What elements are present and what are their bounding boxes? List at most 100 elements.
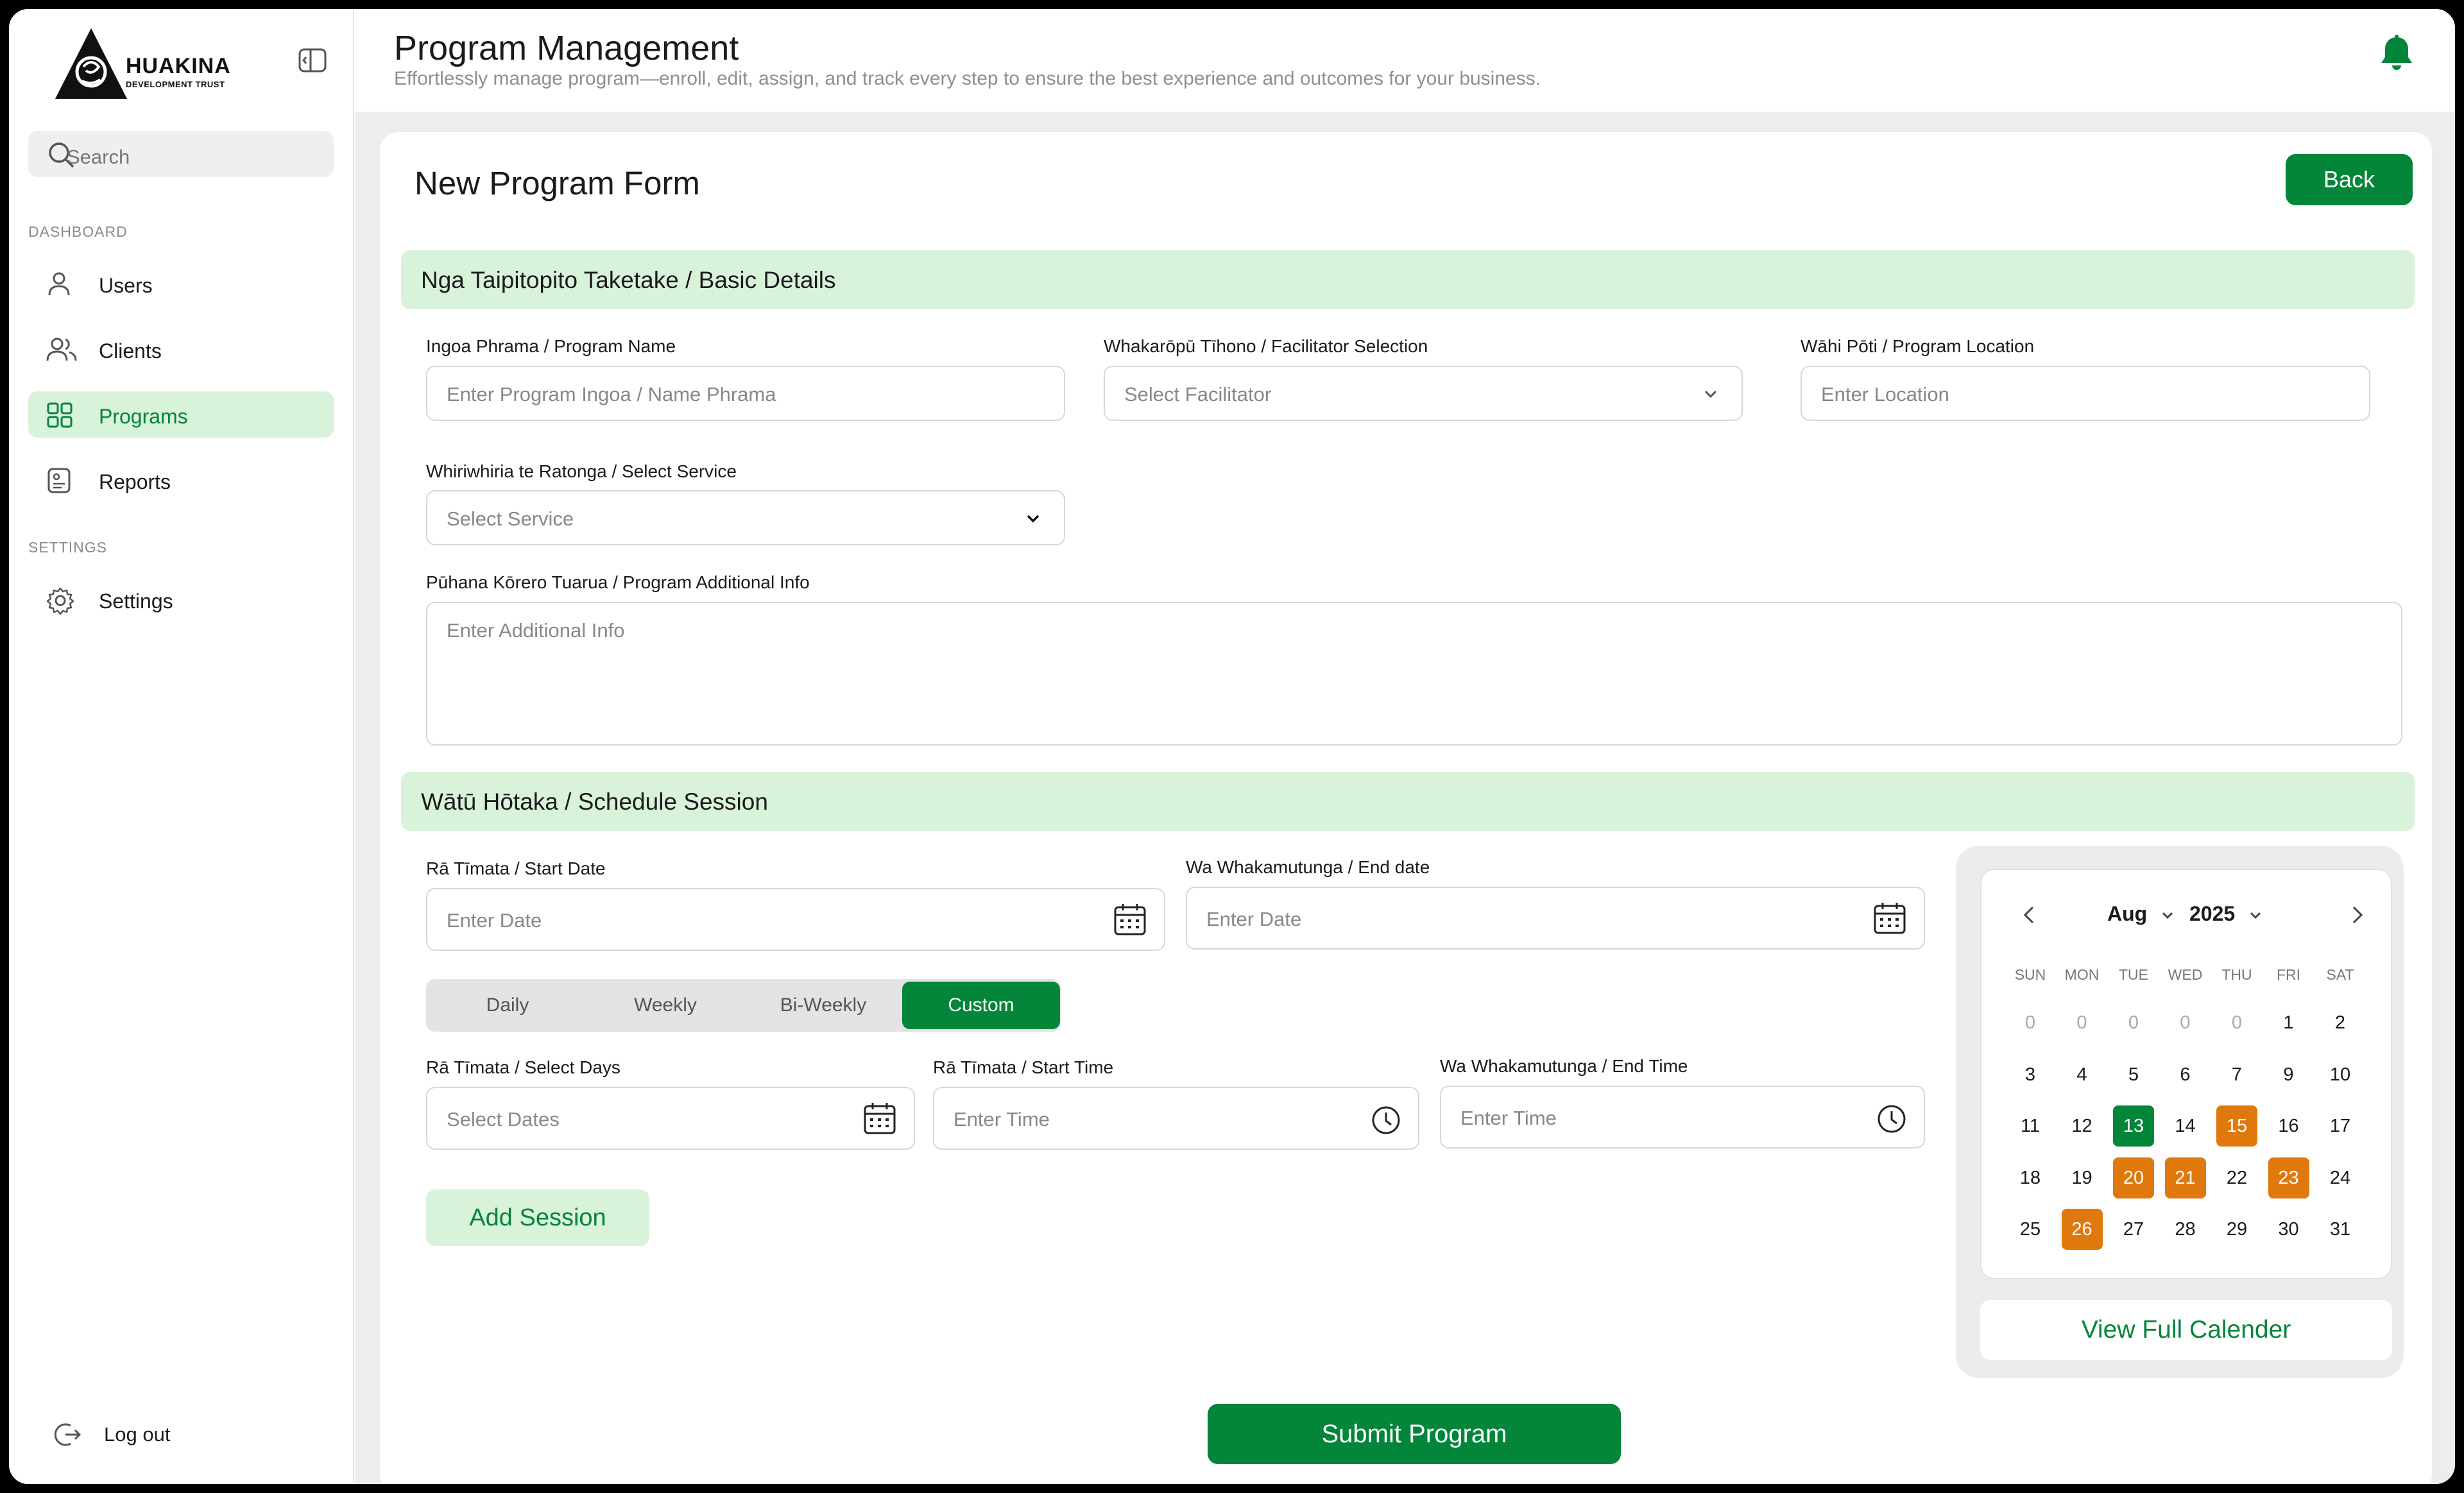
frequency-custom[interactable]: Custom (902, 982, 1060, 1029)
prev-month-icon[interactable] (2017, 902, 2041, 928)
calendar-day[interactable]: 14 (2165, 1105, 2206, 1147)
view-full-calendar-button[interactable]: View Full Calender (1980, 1300, 2392, 1360)
calendar-day[interactable]: 0 (2062, 1002, 2103, 1043)
sidebar-item-settings[interactable]: Settings (28, 576, 334, 622)
calendar-day[interactable]: 9 (2268, 1054, 2309, 1095)
calendar-day[interactable]: 30 (2268, 1209, 2309, 1250)
chevron-down-icon (2250, 912, 2261, 919)
calendar-day[interactable]: 3 (2010, 1054, 2051, 1095)
page-title: Program Management (394, 29, 739, 67)
additional-info-textarea[interactable]: Enter Additional Info (426, 602, 2402, 746)
weekday-header: SAT (2326, 966, 2354, 983)
sidebar-item-users[interactable]: Users (28, 260, 334, 307)
calendar-icon[interactable] (862, 1101, 897, 1136)
calendar-day[interactable]: 22 (2216, 1157, 2257, 1199)
calendar-day[interactable]: 2 (2320, 1002, 2361, 1043)
weekday-header: WED (2168, 966, 2203, 983)
weekday-header: TUE (2119, 966, 2148, 983)
calendar-day[interactable]: 28 (2165, 1209, 2206, 1250)
program-form-card: New Program Form Back Nga Taipitopito Ta… (380, 132, 2432, 1484)
service-select[interactable]: Select Service (426, 490, 1065, 545)
calendar-day[interactable]: 0 (2010, 1002, 2051, 1043)
textarea-placeholder: Enter Additional Info (447, 619, 625, 642)
calendar-day[interactable]: 6 (2165, 1054, 2206, 1095)
sidebar-item-clients[interactable]: Clients (28, 326, 334, 372)
weekday-header: THU (2221, 966, 2252, 983)
calendar-day[interactable]: 7 (2216, 1054, 2257, 1095)
calendar-day[interactable]: 16 (2268, 1105, 2309, 1147)
calendar-day[interactable]: 25 (2010, 1209, 2051, 1250)
clock-icon[interactable] (1876, 1104, 1907, 1134)
calendar-day[interactable]: 26 (2061, 1209, 2103, 1250)
select-days-input[interactable]: Select Dates (426, 1087, 915, 1150)
calendar-day[interactable]: 4 (2062, 1054, 2103, 1095)
sidebar-toggle-icon[interactable] (298, 47, 327, 73)
select-placeholder: Select Service (447, 508, 574, 530)
calendar-day[interactable]: 23 (2268, 1157, 2309, 1199)
user-icon (48, 272, 70, 296)
back-button[interactable]: Back (2286, 154, 2413, 205)
sidebar-item-label: Programs (99, 405, 188, 428)
section-basic-details: Nga Taipitopito Taketake / Basic Details (401, 250, 2415, 309)
calendar-day[interactable]: 12 (2062, 1105, 2103, 1147)
calendar-day[interactable]: 0 (2165, 1002, 2206, 1043)
calendar-day[interactable]: 27 (2113, 1209, 2154, 1250)
end-time-input[interactable]: Enter Time (1440, 1086, 1925, 1148)
sidebar-item-label: Clients (99, 339, 162, 363)
calendar-day[interactable]: 21 (2164, 1157, 2206, 1199)
calendar-day[interactable]: 5 (2113, 1054, 2154, 1095)
section-title: Nga Taipitopito Taketake / Basic Details (421, 267, 836, 293)
calendar-day[interactable]: 29 (2216, 1209, 2257, 1250)
calendar-icon[interactable] (1113, 902, 1147, 937)
end-date-input[interactable]: Enter Date (1186, 887, 1925, 950)
calendar-day[interactable]: 13 (2113, 1105, 2154, 1147)
sidebar-item-reports[interactable]: Reports (28, 457, 334, 503)
calendar-day[interactable]: 24 (2320, 1157, 2361, 1199)
frequency-weekly[interactable]: Weekly (586, 982, 744, 1029)
start-date-input[interactable]: Enter Date (426, 888, 1165, 951)
clock-icon[interactable] (1371, 1105, 1401, 1136)
program-name-input[interactable]: Enter Program Ingoa / Name Phrama (426, 366, 1065, 421)
top-header: Program Management Effortlessly manage p… (355, 9, 2455, 112)
start-time-input[interactable]: Enter Time (933, 1087, 1419, 1150)
calendar-day[interactable]: 1 (2268, 1002, 2309, 1043)
add-session-button[interactable]: Add Session (426, 1190, 649, 1246)
calendar-day[interactable]: 10 (2320, 1054, 2361, 1095)
calendar-day[interactable]: 31 (2320, 1209, 2361, 1250)
grid-icon (47, 402, 73, 428)
calendar-day[interactable]: 0 (2113, 1002, 2154, 1043)
input-placeholder: Enter Date (447, 909, 542, 932)
section-settings: SETTINGS (28, 539, 108, 556)
report-icon (47, 468, 71, 493)
calendar-day[interactable]: 17 (2320, 1105, 2361, 1147)
month-label: Aug (2107, 902, 2148, 925)
location-input[interactable]: Enter Location (1801, 366, 2370, 421)
sidebar-item-programs[interactable]: Programs (28, 391, 334, 438)
logout-button[interactable]: Log out (54, 1420, 170, 1452)
logout-label: Log out (104, 1423, 171, 1446)
select-placeholder: Select Facilitator (1124, 383, 1272, 405)
facilitator-select[interactable]: Select Facilitator (1104, 366, 1743, 421)
calendar-day[interactable]: 0 (2216, 1002, 2257, 1043)
service-label: Whiriwhiria te Ratonga / Select Service (426, 461, 737, 481)
calendar-day[interactable]: 11 (2010, 1105, 2051, 1147)
weekday-header: FRI (2276, 966, 2301, 983)
search-input[interactable]: Search (28, 131, 334, 177)
frequency-daily[interactable]: Daily (429, 982, 586, 1029)
submit-program-button[interactable]: Submit Program (1208, 1404, 1621, 1464)
calendar-icon[interactable] (1872, 901, 1907, 935)
calendar-day[interactable]: 18 (2010, 1157, 2051, 1199)
month-select[interactable]: Aug (2107, 902, 2176, 926)
next-month-icon[interactable] (2346, 902, 2369, 928)
weekday-header: SUN (2014, 966, 2046, 983)
search-placeholder: Search (67, 146, 130, 168)
brand-name: HUAKINA (126, 54, 231, 78)
year-select[interactable]: 2025 (2189, 902, 2264, 926)
brand-mark-icon (55, 28, 127, 99)
brand-logo[interactable]: HUAKINA DEVELOPMENT TRUST (55, 28, 248, 105)
calendar-day[interactable]: 20 (2113, 1157, 2154, 1199)
frequency-biweekly[interactable]: Bi-Weekly (744, 982, 902, 1029)
notification-bell-icon[interactable] (2377, 35, 2417, 74)
calendar-day[interactable]: 15 (2216, 1105, 2257, 1147)
calendar-day[interactable]: 19 (2062, 1157, 2103, 1199)
